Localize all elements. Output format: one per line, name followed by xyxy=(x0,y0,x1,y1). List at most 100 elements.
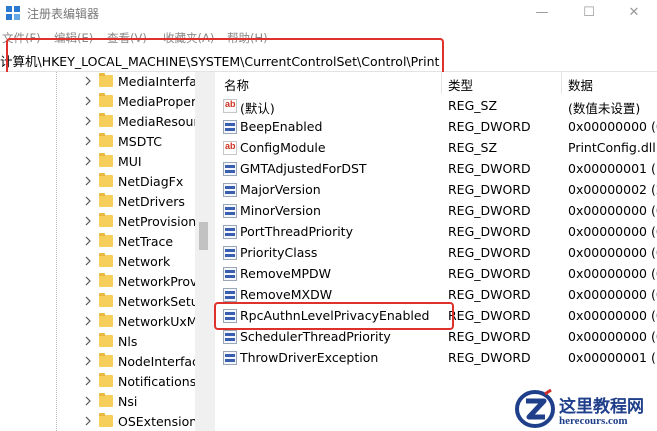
tree-item-label: MSDTC xyxy=(118,134,162,149)
tree-item[interactable]: Nsi xyxy=(0,392,212,412)
dword-value-icon xyxy=(223,204,237,218)
value-type: REG_DWORD xyxy=(448,308,531,323)
title-bar: 注册表编辑器 — ☐ ✕ xyxy=(0,0,657,27)
tree-item-label: Nls xyxy=(118,334,138,349)
column-divider[interactable] xyxy=(561,72,562,94)
folder-icon xyxy=(99,153,113,167)
tree-item[interactable]: OSExtensionl xyxy=(0,412,212,431)
tree-item[interactable]: NetDiagFx xyxy=(0,172,212,192)
value-type: REG_DWORD xyxy=(448,245,531,260)
table-row[interactable]: PortThreadPriority REG_DWORD 0x00000000 … xyxy=(215,222,657,243)
value-data: PrintConfig.dll xyxy=(568,140,656,155)
chevron-right-icon[interactable] xyxy=(85,176,92,186)
tree-scrollbar[interactable] xyxy=(195,72,212,431)
value-name: SchedulerThreadPriority xyxy=(240,329,391,344)
chevron-right-icon[interactable] xyxy=(85,236,92,246)
dword-value-icon xyxy=(223,183,237,197)
dword-value-icon xyxy=(223,288,237,302)
table-row[interactable]: ThrowDriverException REG_DWORD 0x0000000… xyxy=(215,348,657,369)
value-data: (数值未设置) xyxy=(568,101,641,116)
column-header-type[interactable]: 类型 xyxy=(448,75,473,94)
tree-item[interactable]: MediaInterfa xyxy=(0,72,212,92)
table-row[interactable]: MajorVersion REG_DWORD 0x00000002 (2) xyxy=(215,180,657,201)
string-value-icon: ab xyxy=(223,141,237,155)
tree-item-label: NetworkProv xyxy=(118,274,198,289)
chevron-right-icon[interactable] xyxy=(85,376,92,386)
tree-item[interactable]: NodeInterfac xyxy=(0,352,212,372)
minimize-button[interactable]: — xyxy=(519,0,565,27)
tree-item[interactable]: NetworkSetu xyxy=(0,292,212,312)
table-row[interactable]: RemoveMPDW REG_DWORD 0x00000000 (0) xyxy=(215,264,657,285)
folder-icon xyxy=(99,353,113,367)
tree-item-label: MediaProper xyxy=(118,94,197,109)
value-name: MajorVersion xyxy=(240,182,321,197)
tree-item[interactable]: NetTrace xyxy=(0,232,212,252)
table-row[interactable]: ab (默认) REG_SZ (数值未设置) xyxy=(215,96,657,117)
tree-scrollbar-thumb[interactable] xyxy=(199,222,208,250)
chevron-right-icon[interactable] xyxy=(85,336,92,346)
chevron-right-icon[interactable] xyxy=(85,196,92,206)
maximize-button[interactable]: ☐ xyxy=(566,0,612,27)
tree-item[interactable]: MediaResour xyxy=(0,112,212,132)
column-header-name[interactable]: 名称 xyxy=(224,75,249,94)
chevron-right-icon[interactable] xyxy=(85,156,92,166)
site-logo-icon xyxy=(515,388,555,428)
value-data: 0x00000000 (0) xyxy=(568,308,657,323)
tree-item[interactable]: NetworkUxM xyxy=(0,312,212,332)
value-data: 0x00000000 (0) xyxy=(568,245,657,260)
tree-item[interactable]: Nls xyxy=(0,332,212,352)
value-data: 0x00000001 (1) xyxy=(568,161,657,176)
table-row[interactable]: ab ConfigModule REG_SZ PrintConfig.dll xyxy=(215,138,657,159)
folder-icon xyxy=(99,93,113,107)
close-button[interactable]: ✕ xyxy=(611,0,657,27)
chevron-right-icon[interactable] xyxy=(85,396,92,406)
close-icon: ✕ xyxy=(628,5,640,20)
chevron-right-icon[interactable] xyxy=(85,416,92,426)
tree-item[interactable]: NetProvision xyxy=(0,212,212,232)
key-tree: MediaInterfa MediaProper MediaResour MSD… xyxy=(0,72,212,431)
chevron-right-icon[interactable] xyxy=(85,316,92,326)
chevron-right-icon[interactable] xyxy=(85,296,92,306)
folder-icon xyxy=(99,73,113,87)
chevron-right-icon[interactable] xyxy=(85,116,92,126)
column-divider[interactable] xyxy=(441,72,442,94)
dword-value-icon xyxy=(223,246,237,260)
chevron-right-icon[interactable] xyxy=(85,276,92,286)
tree-item-label: OSExtensionl xyxy=(118,414,201,429)
value-data: 0x00000000 (0) xyxy=(568,266,657,281)
chevron-right-icon[interactable] xyxy=(85,356,92,366)
value-type: REG_DWORD xyxy=(448,119,531,134)
tree-item[interactable]: MediaProper xyxy=(0,92,212,112)
tree-item-label: NetTrace xyxy=(118,234,174,249)
chevron-right-icon[interactable] xyxy=(85,136,92,146)
tree-item[interactable]: NetworkProv xyxy=(0,272,212,292)
value-data: 0x00000000 (0) xyxy=(568,287,657,302)
tree-item[interactable]: NetDrivers xyxy=(0,192,212,212)
chevron-right-icon[interactable] xyxy=(85,96,92,106)
tree-item[interactable]: Network xyxy=(0,252,212,272)
value-name: BeepEnabled xyxy=(240,119,323,134)
table-row[interactable]: MinorVersion REG_DWORD 0x00000000 (0) xyxy=(215,201,657,222)
value-name: ThrowDriverException xyxy=(240,350,379,365)
tree-item[interactable]: MSDTC xyxy=(0,132,212,152)
value-name: (默认) xyxy=(240,101,275,116)
tree-item[interactable]: Notifications xyxy=(0,372,212,392)
column-header-data[interactable]: 数据 xyxy=(568,75,593,94)
table-row[interactable]: SchedulerThreadPriority REG_DWORD 0x0000… xyxy=(215,327,657,348)
value-highlight-box xyxy=(214,302,454,330)
value-data: 0x00000000 (0) xyxy=(568,203,657,218)
table-row[interactable]: GMTAdjustedForDST REG_DWORD 0x00000001 (… xyxy=(215,159,657,180)
table-row[interactable]: BeepEnabled REG_DWORD 0x00000000 (0) xyxy=(215,117,657,138)
tree-item[interactable]: MUI xyxy=(0,152,212,172)
tree-item-label: NetDrivers xyxy=(118,194,185,209)
chevron-right-icon[interactable] xyxy=(85,256,92,266)
value-type: REG_DWORD xyxy=(448,287,531,302)
chevron-right-icon[interactable] xyxy=(85,216,92,226)
folder-icon xyxy=(99,313,113,327)
value-data: 0x00000002 (2) xyxy=(568,182,657,197)
value-type: REG_DWORD xyxy=(448,182,531,197)
table-row[interactable]: PriorityClass REG_DWORD 0x00000000 (0) xyxy=(215,243,657,264)
window-title: 注册表编辑器 xyxy=(27,7,100,21)
folder-icon xyxy=(99,113,113,127)
chevron-right-icon[interactable] xyxy=(85,76,92,86)
